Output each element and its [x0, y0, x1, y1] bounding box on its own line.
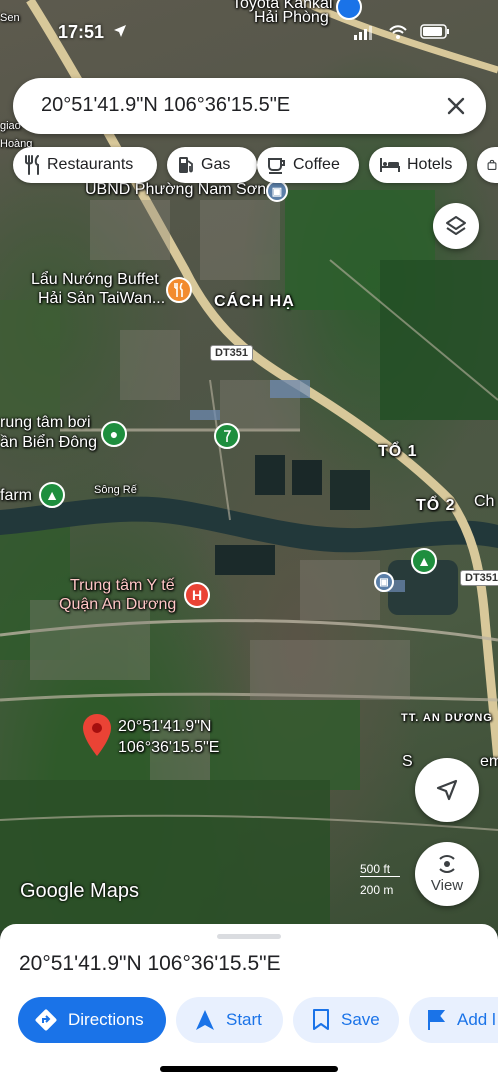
layers-icon — [446, 216, 466, 235]
flag-icon — [428, 1010, 446, 1030]
map-scale: 500 ft 200 m — [360, 862, 400, 897]
start-button[interactable]: Start — [176, 997, 283, 1043]
chip-label: Coffee — [293, 156, 340, 173]
road-shield-dt351: DT351 — [460, 570, 498, 586]
place-label-farm: farm — [0, 487, 32, 504]
tree-pin-icon[interactable]: ▲ — [411, 548, 437, 574]
place-label-sen: Sen — [0, 12, 20, 24]
dropped-pin-icon[interactable] — [83, 714, 111, 756]
place-label-hospital-2: Quận An Dương — [59, 596, 177, 613]
street-view-icon — [439, 854, 455, 873]
place-label-trung-tam-boi-2: ần Biển Đông — [0, 434, 97, 451]
gas-pump-icon — [179, 157, 193, 173]
directions-label: Directions — [68, 1010, 144, 1029]
status-time: 17:51 — [58, 22, 105, 42]
sheet-drag-handle[interactable] — [217, 934, 281, 939]
chip-hotels[interactable]: Hotels — [369, 147, 467, 183]
place-label-haiphong: Hải Phòng — [254, 9, 329, 26]
google-maps-logo: Google Maps — [20, 880, 139, 902]
chip-label: Restaurants — [47, 156, 134, 173]
view-label: View — [430, 876, 464, 894]
category-chips: Restaurants Gas Coffee Hotels — [13, 147, 498, 185]
save-label: Save — [341, 1010, 380, 1029]
road-shield-dt351: DT351 — [210, 345, 254, 361]
bus-stop-icon[interactable]: ▣ — [374, 572, 394, 592]
cellular-signal-icon — [354, 26, 372, 40]
chip-coffee[interactable]: Coffee — [257, 147, 359, 183]
shopping-bag-icon — [487, 159, 497, 170]
directions-button[interactable]: Directions — [18, 997, 166, 1043]
wifi-icon — [389, 25, 407, 39]
place-label-song-re: Sông Rế — [94, 484, 137, 496]
start-label: Start — [226, 1010, 262, 1029]
pin-label-line1: 20°51'41.9"N — [118, 718, 212, 735]
place-label-ch: Ch — [474, 493, 495, 510]
coffee-cup-icon — [268, 158, 285, 174]
hospital-pin-icon[interactable]: H — [184, 582, 210, 608]
add-label-button[interactable]: Add l — [409, 997, 498, 1043]
search-query[interactable]: 20°51'41.9"N 106°36'15.5"E — [41, 94, 290, 117]
place-label-buffet-1: Lẩu Nướng Buffet — [31, 271, 159, 288]
place-label-trung-tam-boi-1: rung tâm bơi — [0, 414, 91, 431]
battery-icon — [420, 24, 449, 39]
add-label-text: Add l — [457, 1010, 496, 1029]
scale-feet: 500 ft — [360, 862, 400, 877]
layers-button[interactable] — [433, 203, 479, 249]
place-label-em: em — [480, 753, 498, 770]
chip-shopping[interactable] — [477, 147, 498, 183]
bed-icon — [380, 158, 400, 172]
chip-restaurants[interactable]: Restaurants — [13, 147, 157, 183]
close-icon[interactable] — [442, 92, 470, 120]
my-location-button[interactable] — [415, 758, 479, 822]
chip-gas[interactable]: Gas — [167, 147, 257, 183]
place-sheet[interactable]: 20°51'41.9"N 106°36'15.5"E Directions St… — [0, 924, 498, 1080]
place-label-cach-ha: CÁCH HẠ — [214, 293, 295, 310]
sports-pin-icon[interactable]: ● — [101, 421, 127, 447]
place-label-to2: TỔ 2 — [416, 497, 456, 514]
navigation-arrow-icon — [436, 779, 458, 801]
chip-label: Gas — [201, 156, 231, 173]
bookmark-icon — [313, 1009, 329, 1030]
place-label-s: S — [402, 753, 413, 770]
place-label-tt-an-duong: TT. AN DƯƠNG — [401, 712, 493, 724]
save-button[interactable]: Save — [293, 997, 399, 1043]
street-view-button[interactable]: View — [415, 842, 479, 906]
park-pin-icon[interactable] — [214, 423, 240, 449]
location-services-icon — [114, 25, 126, 37]
chip-label: Hotels — [407, 156, 453, 173]
sheet-title: 20°51'41.9"N 106°36'15.5"E — [19, 952, 281, 975]
tree-pin-icon[interactable]: ▲ — [39, 482, 65, 508]
place-label-hospital-1: Trung tâm Y tế — [70, 577, 175, 594]
fork-knife-icon — [25, 155, 39, 175]
search-bar[interactable]: 20°51'41.9"N 106°36'15.5"E — [13, 78, 486, 134]
directions-icon — [35, 1009, 57, 1031]
scale-meters: 200 m — [360, 883, 394, 897]
place-label-to1: TỔ 1 — [378, 443, 418, 460]
navigation-arrow-icon — [196, 1010, 214, 1030]
restaurant-pin-icon[interactable] — [166, 277, 192, 303]
home-indicator[interactable] — [160, 1066, 338, 1072]
place-label-buffet-2: Hải Sản TaiWan... — [38, 290, 166, 307]
pin-label-line2: 106°36'15.5"E — [118, 739, 220, 756]
